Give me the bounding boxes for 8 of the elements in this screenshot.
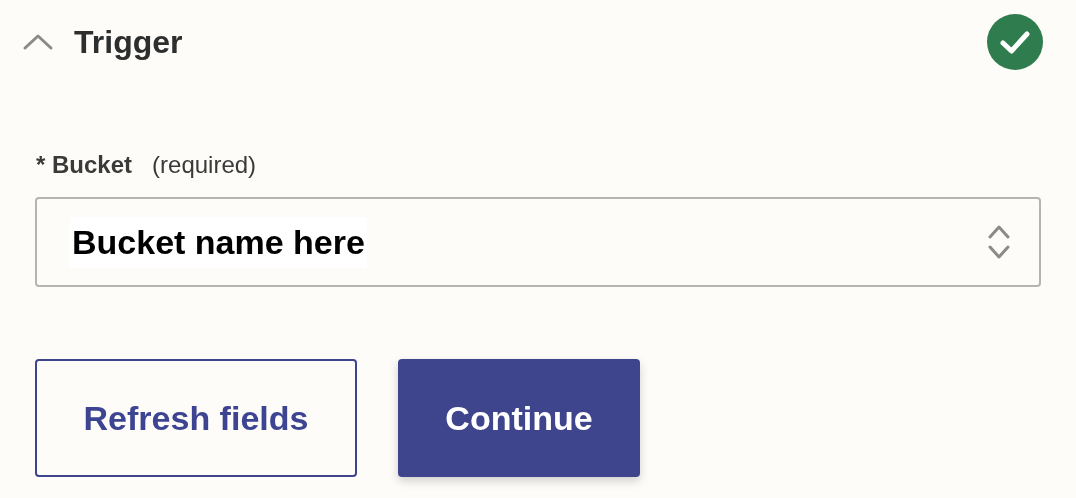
bucket-select[interactable]: Bucket name here [35, 197, 1041, 287]
field-label: * Bucket [36, 150, 133, 180]
chevron-up-icon[interactable] [22, 33, 54, 51]
refresh-button[interactable]: Refresh fields [35, 359, 357, 477]
continue-button[interactable]: Continue [398, 359, 640, 477]
up-down-chevron-icon [987, 223, 1011, 261]
required-hint: (required) [152, 150, 257, 180]
section-title: Trigger [74, 23, 183, 62]
